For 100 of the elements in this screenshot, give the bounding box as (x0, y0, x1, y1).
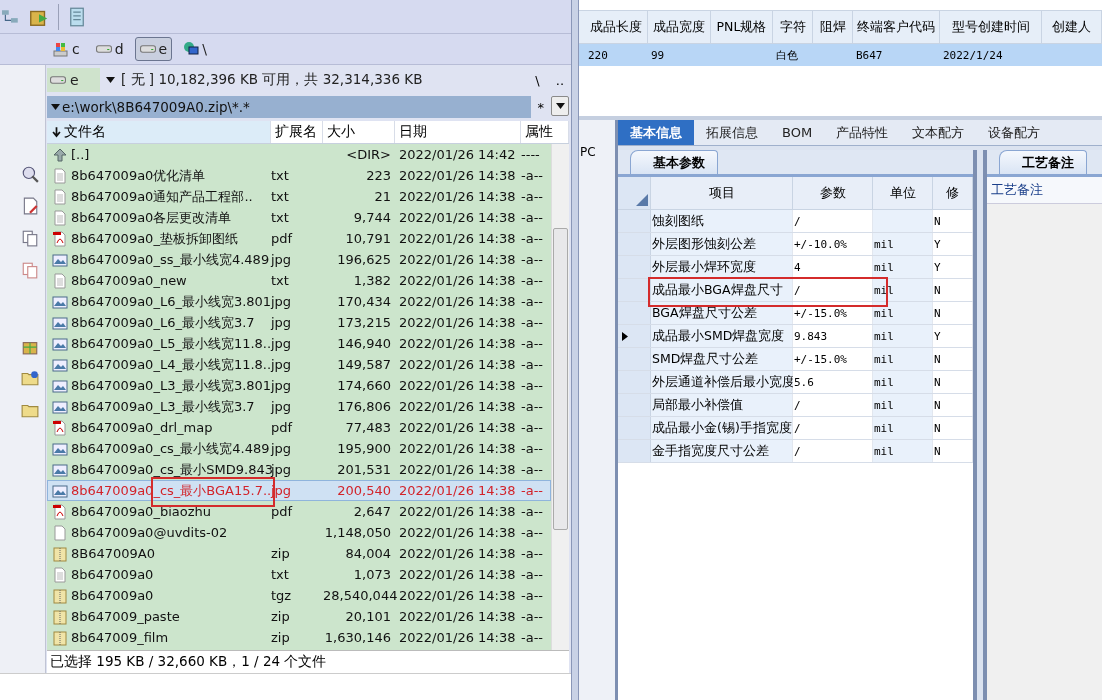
tab[interactable]: 文本配方 (900, 120, 977, 145)
scrollbar[interactable] (551, 144, 569, 650)
panel-tab[interactable]: 基本参数 (630, 150, 718, 174)
file-attr: -a-- (521, 294, 545, 309)
file-row[interactable]: 8b647009a0_drl_map pdf 77,483 2022/01/26 14:38 -a-- (47, 417, 551, 438)
file-attr: -a-- (521, 378, 545, 393)
file-attr: -a-- (521, 567, 545, 582)
file-date: 2022/01/26 14:38 (398, 504, 517, 519)
tab[interactable]: 拓展信息 (694, 120, 770, 145)
tab[interactable]: BOM (770, 120, 825, 145)
table-row[interactable]: 外层图形蚀刻公差 +/-10.0% mil Y (618, 233, 973, 256)
image-file-icon (52, 461, 68, 478)
file-row[interactable]: 8b647009a0 tgz 28,540,044 2022/01/26 14:38 -a-- (47, 585, 551, 606)
file-date: 2022/01/26 14:38 (398, 588, 517, 603)
drive-select[interactable]: e (47, 68, 100, 92)
file-row[interactable]: 8b647009a0通知产品工程部.. txt 21 2022/01/26 14:38 -a-- (47, 186, 551, 207)
column-header[interactable]: 文件名 (47, 121, 271, 143)
file-date: 2022/01/26 14:38 (398, 420, 517, 435)
table-row[interactable]: BGA焊盘尺寸公差 +/-15.0% mil N (618, 302, 973, 325)
file-name: 8b647009a0_L5_最小线宽11.8.. (71, 334, 272, 353)
column-header[interactable]: 阻焊 (813, 11, 853, 43)
file-date: 2022/01/26 14:38 (398, 168, 517, 183)
column-header[interactable]: 成品宽度 (648, 11, 711, 43)
scroll-thumb[interactable] (553, 228, 568, 530)
file-row[interactable]: 8b647009a0_L6_最小线宽3.801jpg 170,434 2022/01/26 14:38 -a-- (47, 291, 551, 312)
column-header[interactable]: PNL规格 (711, 11, 773, 43)
file-row[interactable]: 8b647009a0_L3_最小线宽3.7 jpg 176,806 2022/01/26 14:38 -a-- (47, 396, 551, 417)
file-row[interactable]: 8b647009a0_L6_最小线宽3.7 jpg 173,215 2022/01/26 14:38 -a-- (47, 312, 551, 333)
file-date: 2022/01/26 14:38 (398, 546, 517, 561)
header-corner[interactable] (618, 177, 651, 209)
status-text: 已选择 195 KB / 32,660 KB，1 / 24 个文件 (47, 650, 569, 673)
corner-triangle-icon (636, 194, 648, 206)
table-cell: / (793, 279, 873, 301)
drive-button[interactable]: \ (178, 37, 212, 61)
windows-drive-icon (53, 41, 69, 57)
grid-row[interactable]: 220 99 白色 B647 2022/1/24 (579, 44, 1102, 66)
side-label: PC (579, 145, 597, 159)
column-header[interactable]: 参数 (793, 177, 873, 209)
nav-button[interactable]: \ (530, 72, 545, 88)
file-attr: -a-- (521, 273, 545, 288)
file-row[interactable]: 8b647009a0_L4_最小线宽11.8..jpg 149,587 2022/01/26 14:38 -a-- (47, 354, 551, 375)
table-cell: 金手指宽度尺寸公差 (651, 440, 793, 462)
drive-button[interactable]: e (134, 37, 173, 61)
tab[interactable]: 产品特性 (824, 120, 901, 145)
file-row[interactable]: 8B647009A0 zip 84,004 2022/01/26 14:38 -a-- (47, 543, 551, 564)
file-row[interactable]: [..] <DIR> 2022/01/26 14:42 ---- (47, 144, 551, 165)
file-row[interactable]: 8b647009a0 txt 1,073 2022/01/26 14:38 -a-- (47, 564, 551, 585)
column-header[interactable]: 型号创建时间 (940, 11, 1042, 43)
file-row[interactable]: 8b647009a0_cs_最小线宽4.489jpg 195,900 2022/01/26 14:38 -a-- (47, 438, 551, 459)
table-cell: mil (873, 325, 933, 347)
file-row[interactable]: 8b647009a0_L3_最小线宽3.801jpg 174,660 2022/01/26 14:38 -a-- (47, 375, 551, 396)
file-size: 174,660 (336, 378, 392, 393)
table-row[interactable]: 外层通道补偿后最小宽度5.6 mil N (618, 371, 973, 394)
tab[interactable]: 基本信息 (618, 120, 694, 145)
grid-cell-text: B647 (855, 48, 884, 62)
file-size: 173,215 (336, 315, 392, 330)
tab[interactable]: 设备配方 (976, 120, 1053, 145)
drive-button[interactable]: c (48, 37, 85, 61)
file-name: 8b647009a0通知产品工程部.. (71, 187, 253, 206)
column-header[interactable]: 终端客户代码 (853, 11, 940, 43)
file-name: 8b647009a0优化清单 (71, 166, 206, 185)
file-row[interactable]: 8b647009a0各层更改清单 txt 9,744 2022/01/26 14:38 -a-- (47, 207, 551, 228)
file-row[interactable]: 8b647009a0@uvdits-02 1,148,050 2022/01/26 14:38 -a-- (47, 522, 551, 543)
table-row[interactable]: 局部最小补偿值 / mil N (618, 394, 973, 417)
table-row[interactable]: 金手指宽度尺寸公差 / mil N (618, 440, 973, 463)
nav-button[interactable]: .. (550, 72, 569, 88)
table-row[interactable]: 成品最小金(锡)手指宽度 / mil N (618, 417, 973, 440)
column-header[interactable]: 字符 (773, 11, 813, 43)
table-row[interactable]: SMD焊盘尺寸公差 +/-15.0% mil N (618, 348, 973, 371)
file-row[interactable]: 8b647009a0优化清单 txt 223 2022/01/26 14:38 -a-- (47, 165, 551, 186)
path-bar[interactable]: e:\work\8B647009A0.zip\*.* (47, 96, 531, 118)
text-file-icon (52, 188, 68, 205)
file-ext: txt (271, 210, 290, 225)
file-size: 1,382 (352, 273, 392, 288)
file-row[interactable]: 8b647009a0_ss_最小线宽4.489jpg 196,625 2022/01/26 14:38 -a-- (47, 249, 551, 270)
file-row[interactable]: 8b647009_paste zip 20,101 2022/01/26 14:38 -a-- (47, 606, 551, 627)
file-size: 195,900 (336, 441, 392, 456)
table-row[interactable]: 成品最小SMD焊盘宽度 9.843 mil Y (618, 325, 973, 348)
row-header[interactable] (618, 325, 651, 347)
file-row[interactable]: 8b647009a0_垫板拆卸图纸 pdf 10,791 2022/01/26 14:38 -a-- (47, 228, 551, 249)
panel-tab[interactable]: 工艺备注 (999, 150, 1087, 174)
table-cell: mil (873, 233, 933, 255)
table-row[interactable]: 蚀刻图纸 / N (618, 210, 973, 233)
table-row[interactable]: 外层最小焊环宽度 4 mil Y (618, 256, 973, 279)
column-header[interactable]: 修 (933, 177, 973, 209)
file-name: 8b647009a0_L3_最小线宽3.801 (71, 376, 272, 395)
dropdown-button[interactable] (551, 96, 569, 116)
file-row[interactable]: 8b647009a0_biaozhu pdf 2,647 2022/01/26 14:38 -a-- (47, 501, 551, 522)
column-header[interactable]: 创建人 (1042, 11, 1102, 43)
file-row[interactable]: 8b647009a0_new txt 1,382 2022/01/26 14:38 -a-- (47, 270, 551, 291)
table-cell: mil (873, 302, 933, 324)
drive-button[interactable]: d (90, 37, 129, 61)
column-header[interactable]: 单位 (873, 177, 933, 209)
image-file-icon (52, 398, 68, 415)
column-header[interactable]: 成品长度 (585, 11, 648, 43)
file-ext: txt (271, 273, 290, 288)
file-row[interactable]: 8b647009_film zip 1,630,146 2022/01/26 14:38 -a-- (47, 627, 551, 648)
archive-icon (52, 587, 68, 604)
file-row[interactable]: 8b647009a0_L5_最小线宽11.8..jpg 146,940 2022/01/26 14:38 -a-- (47, 333, 551, 354)
column-header[interactable]: 项目 (651, 177, 793, 209)
